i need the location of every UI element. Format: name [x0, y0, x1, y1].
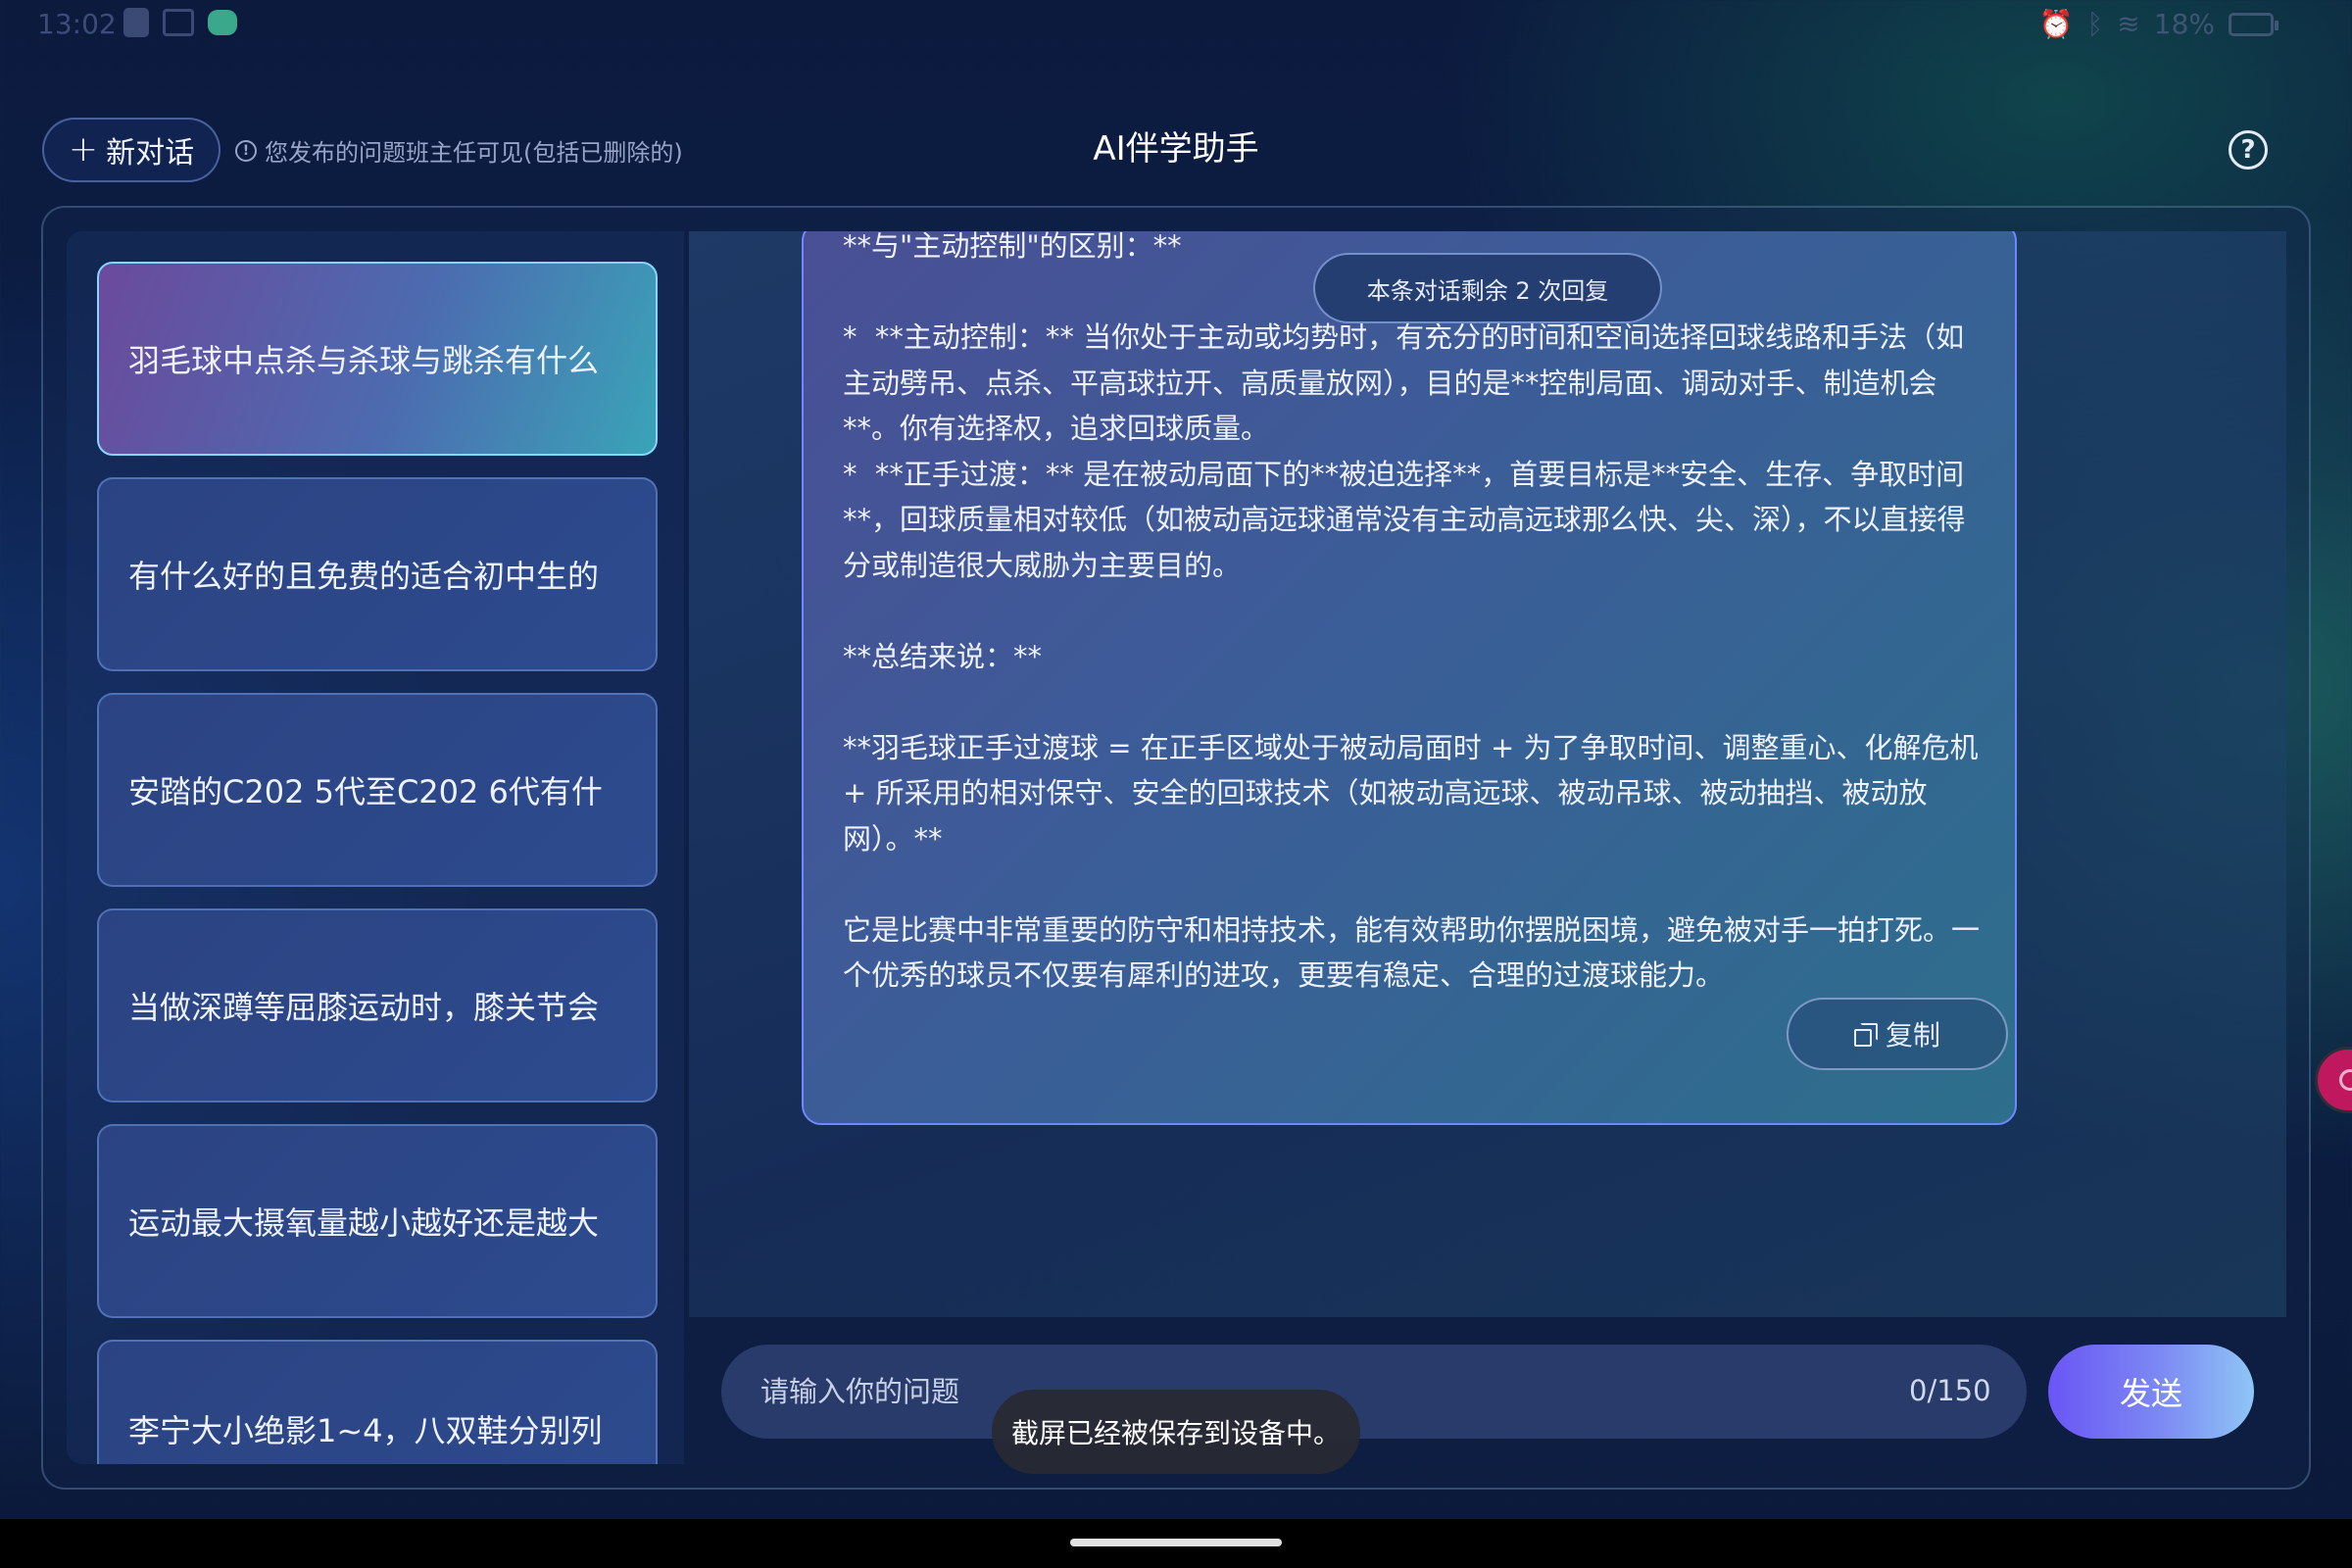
floating-assistant-button[interactable]: [2315, 1047, 2352, 1113]
status-icons-left: [123, 8, 237, 37]
send-button[interactable]: 发送: [2048, 1345, 2254, 1439]
battery-percent: 18%: [2153, 8, 2215, 40]
question-input[interactable]: [721, 1345, 2027, 1439]
page-title: AI伴学助手: [1093, 129, 1259, 169]
status-time: 13:02: [37, 8, 117, 40]
assistant-message-text: **与"主动控制"的区别：** * **主动控制：** 当你处于主动或均势时，有…: [843, 231, 1981, 992]
status-icons-right: ⏰ ᛒ ≋ 18%: [2038, 8, 2278, 40]
copy-label: 复制: [1885, 1019, 1940, 1052]
remaining-replies-badge: 本条对话剩余 2 次回复: [1313, 253, 1662, 323]
home-gesture-handle[interactable]: [1070, 1539, 1282, 1546]
assistant-message-card: **与"主动控制"的区别：** * **主动控制：** 当你处于主动或均势时，有…: [802, 231, 2017, 1125]
history-sidebar[interactable]: 羽毛球中点杀与杀球与跳杀有什么 有什么好的且免费的适合初中生的 安踏的C202 …: [67, 231, 684, 1464]
history-item-label: 当做深蹲等屈膝运动时，膝关节会: [128, 989, 600, 1026]
status-bar: 13:02 ⏰ ᛒ ≋ 18%: [0, 0, 2352, 51]
alarm-icon: ⏰: [2038, 8, 2074, 40]
history-item[interactable]: 有什么好的且免费的适合初中生的: [97, 477, 658, 671]
robot-icon: [208, 10, 237, 35]
char-count: 0/150: [1909, 1374, 1991, 1407]
help-icon[interactable]: ?: [2229, 130, 2268, 170]
floating-ring-icon: [2339, 1069, 2352, 1091]
chat-area[interactable]: **与"主动控制"的区别：** * **主动控制：** 当你处于主动或均势时，有…: [689, 231, 2286, 1317]
wifi-icon: ≋: [2117, 8, 2140, 40]
history-item-label: 李宁大小绝影1~4，八双鞋分别列: [128, 1412, 603, 1449]
history-item[interactable]: 运动最大摄氧量越小越好还是越大: [97, 1124, 658, 1318]
history-item[interactable]: 安踏的C202 5代至C202 6代有什: [97, 693, 658, 887]
history-item[interactable]: 李宁大小绝影1~4，八双鞋分别列: [97, 1340, 658, 1464]
history-item-label: 羽毛球中点杀与杀球与跳杀有什么: [128, 342, 600, 379]
battery-icon: [2229, 12, 2278, 36]
copy-icon: [1853, 1023, 1878, 1047]
history-item[interactable]: 羽毛球中点杀与杀球与跳杀有什么: [97, 262, 658, 456]
history-item-label: 有什么好的且免费的适合初中生的: [128, 558, 600, 595]
sim-card-icon: [123, 8, 149, 37]
history-item-label: 运动最大摄氧量越小越好还是越大: [128, 1204, 600, 1242]
copy-button[interactable]: 复制: [1787, 998, 2008, 1070]
history-item[interactable]: 当做深蹲等屈膝运动时，膝关节会: [97, 908, 658, 1102]
history-item-label: 安踏的C202 5代至C202 6代有什: [128, 773, 603, 810]
bluetooth-icon: ᛒ: [2086, 8, 2104, 40]
screenshot-toast: 截屏已经被保存到设备中。: [992, 1390, 1360, 1474]
calendar-icon: [163, 9, 194, 36]
